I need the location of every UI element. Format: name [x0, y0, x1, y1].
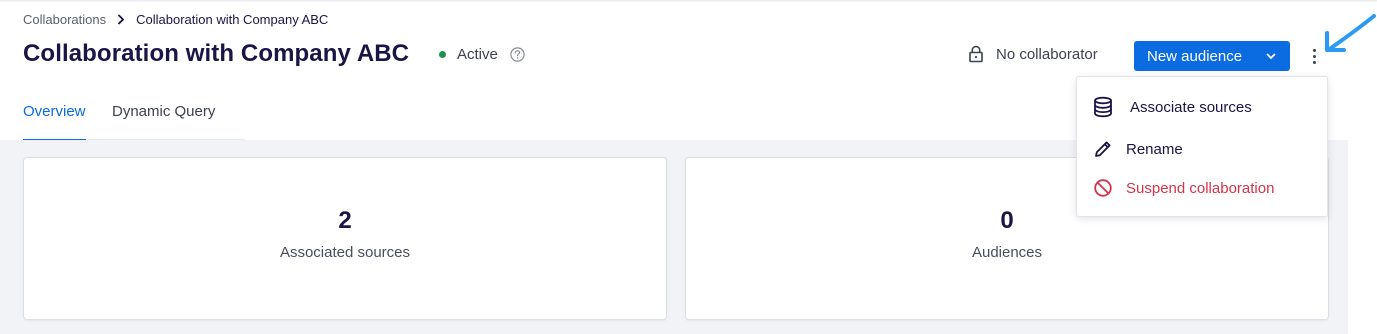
ban-icon [1092, 177, 1114, 199]
menu-item-label: Rename [1126, 140, 1183, 158]
new-audience-button[interactable]: New audience [1134, 41, 1290, 71]
breadcrumb-current: Collaboration with Company ABC [136, 12, 329, 27]
collaborator-lock-indicator: No collaborator [968, 45, 1098, 63]
tab-bar: Overview Dynamic Query [23, 98, 245, 141]
associated-sources-count: 2 [338, 207, 352, 234]
tab-overview[interactable]: Overview [23, 103, 86, 141]
menu-item-label: Associate sources [1130, 98, 1252, 116]
status-text: Active [457, 46, 498, 63]
status-dot [439, 51, 446, 58]
new-audience-label: New audience [1147, 47, 1243, 65]
pencil-icon [1092, 138, 1114, 160]
breadcrumb-collaborations-link[interactable]: Collaborations [23, 12, 106, 27]
associated-sources-card: 2 Associated sources [23, 157, 667, 320]
chevron-down-icon [1265, 50, 1277, 62]
more-options-menu: Associate sources Rename Suspend collabo… [1076, 76, 1328, 217]
lock-text: No collaborator [996, 45, 1098, 63]
associated-sources-label: Associated sources [279, 244, 411, 261]
tab-dynamic-query[interactable]: Dynamic Query [112, 103, 215, 140]
top-divider [0, 0, 1377, 3]
database-icon [1092, 96, 1114, 118]
status-indicator: Active [439, 46, 525, 63]
menu-item-suspend-collaboration[interactable]: Suspend collaboration [1092, 177, 1327, 199]
menu-item-label: Suspend collaboration [1126, 179, 1275, 197]
lock-icon [968, 45, 984, 63]
audiences-label: Audiences [971, 244, 1043, 261]
more-options-icon[interactable] [1306, 44, 1322, 68]
help-icon[interactable] [510, 47, 525, 62]
menu-item-associate-sources[interactable]: Associate sources [1092, 96, 1327, 118]
annotation-arrow-icon [1325, 14, 1376, 52]
menu-item-rename[interactable]: Rename [1092, 138, 1327, 160]
chevron-right-icon [117, 14, 127, 26]
page-title: Collaboration with Company ABC [23, 40, 410, 67]
breadcrumb: Collaborations Collaboration with Compan… [23, 12, 328, 27]
